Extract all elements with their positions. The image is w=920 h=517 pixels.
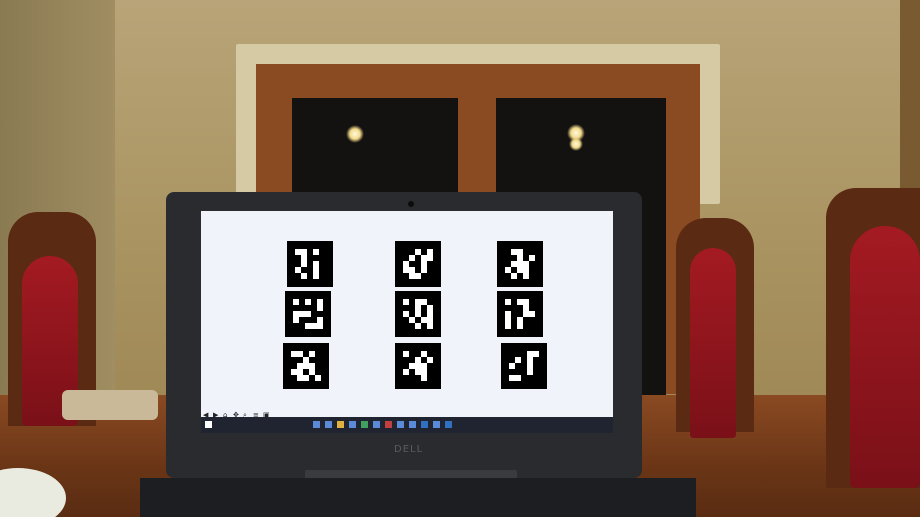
door-trim-right: [900, 0, 920, 200]
marker-9: [501, 343, 547, 389]
start-icon[interactable]: [205, 421, 212, 428]
marker-cell: [317, 305, 323, 311]
marker-cell: [303, 375, 309, 381]
marker-cell: [511, 273, 517, 279]
taskbar-app-5-icon[interactable]: [361, 421, 368, 428]
marker-4: [285, 291, 331, 337]
marker-cell: [517, 323, 523, 329]
marker-cell: [523, 273, 529, 279]
taskbar-app-6-icon[interactable]: [373, 421, 380, 428]
marker-cell: [415, 323, 421, 329]
marker-cell: [403, 351, 409, 357]
marker-cell: [529, 311, 535, 317]
marker-cell: [533, 351, 539, 357]
marker-cell: [427, 255, 433, 261]
marker-1: [287, 241, 333, 287]
laptop-keyboard: [140, 478, 696, 517]
webcam-icon: [408, 201, 414, 207]
marker-cell: [293, 299, 299, 305]
marker-7: [283, 343, 329, 389]
marker-cell: [305, 311, 311, 317]
marker-cell: [293, 317, 299, 323]
marker-cell: [403, 299, 409, 305]
marker-cell: [427, 357, 433, 363]
marker-5: [395, 291, 441, 337]
taskbar-app-11-icon[interactable]: [433, 421, 440, 428]
taskbar-app-9-icon[interactable]: [409, 421, 416, 428]
light-reflection-3: [569, 137, 583, 151]
windows-taskbar: [201, 417, 613, 433]
taskbar-app-1-icon[interactable]: [313, 421, 320, 428]
chair-middle-cushion: [690, 248, 736, 438]
taskbar-app-8-icon[interactable]: [397, 421, 404, 428]
marker-cell: [527, 369, 533, 375]
laptop-screen: ◀ ▶ ⌂ ✥ ⌕ ≡ ▣: [201, 211, 613, 433]
taskbar-app-4-icon[interactable]: [349, 421, 356, 428]
marker-cell: [403, 369, 409, 375]
marker-cell: [301, 261, 307, 267]
marker-cell: [309, 351, 315, 357]
marker-cell: [515, 375, 521, 381]
brand-logo: DELL: [394, 444, 424, 455]
napkin: [62, 390, 158, 420]
marker-cell: [305, 299, 311, 305]
taskbar-app-7-icon[interactable]: [385, 421, 392, 428]
marker-cell: [313, 249, 319, 255]
photo-scene: DELL ◀ ▶ ⌂ ✥ ⌕ ≡ ▣: [0, 0, 920, 517]
marker-cell: [515, 357, 521, 363]
taskbar-app-2-icon[interactable]: [325, 421, 332, 428]
marker-2: [395, 241, 441, 287]
marker-cell: [505, 323, 511, 329]
marker-3: [497, 241, 543, 287]
marker-cell: [427, 323, 433, 329]
marker-cell: [509, 363, 515, 369]
taskbar-app-3-icon[interactable]: [337, 421, 344, 428]
taskbar-app-10-icon[interactable]: [421, 421, 428, 428]
marker-cell: [421, 267, 427, 273]
marker-cell: [317, 323, 323, 329]
door-window-left: [292, 98, 458, 198]
marker-8: [395, 343, 441, 389]
marker-cell: [301, 273, 307, 279]
marker-6: [497, 291, 543, 337]
taskbar-app-12-icon[interactable]: [445, 421, 452, 428]
marker-cell: [313, 273, 319, 279]
light-reflection-1: [346, 125, 364, 143]
marker-cell: [421, 375, 427, 381]
marker-cell: [409, 255, 415, 261]
marker-cell: [315, 375, 321, 381]
chair-right-cushion: [850, 226, 920, 488]
marker-cell: [505, 299, 511, 305]
marker-cell: [415, 273, 421, 279]
marker-cell: [529, 255, 535, 261]
